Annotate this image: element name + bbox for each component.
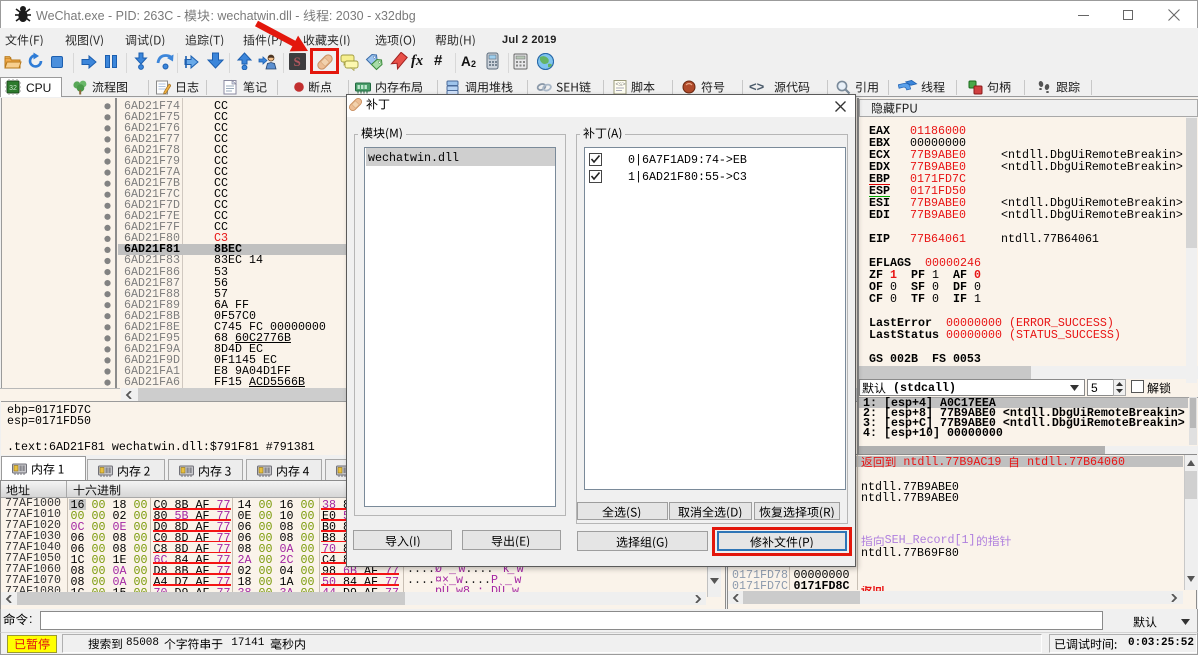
svg-text:<s>: <s> — [616, 82, 627, 88]
